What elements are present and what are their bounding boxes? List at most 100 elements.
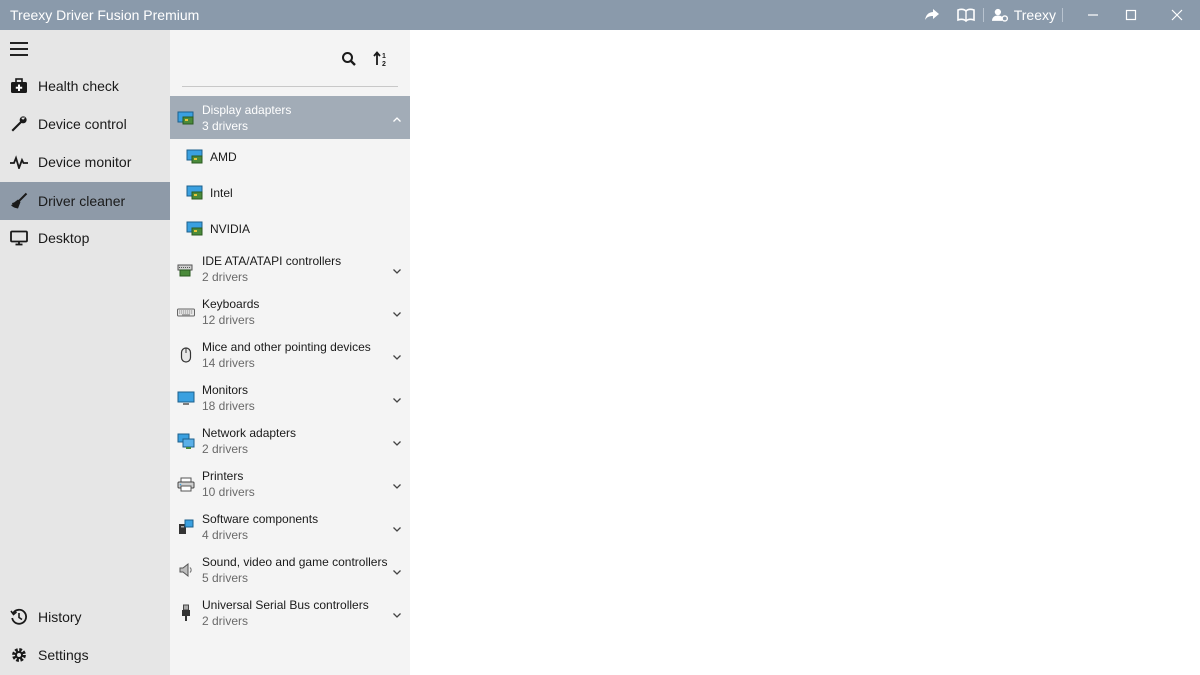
hamburger-menu-icon[interactable] (10, 42, 28, 56)
chevron-up-icon[interactable] (392, 112, 402, 122)
category-count: 2 drivers (202, 270, 248, 284)
category-count: 2 drivers (202, 442, 248, 456)
wrench-icon (0, 105, 38, 143)
nav-label: Health check (38, 78, 119, 94)
category-count: 10 drivers (202, 485, 255, 499)
titlebar-separator (1062, 8, 1063, 22)
broom-icon (0, 182, 38, 220)
category-mice-and-other-pointing-devices[interactable]: Mice and other pointing devices 14 drive… (170, 333, 410, 376)
category-count: 5 drivers (202, 571, 248, 585)
display-adapter-icon (186, 221, 204, 237)
nav-label: History (38, 609, 82, 625)
nav-item-desktop[interactable]: Desktop (0, 219, 170, 257)
category-name: Network adapters (202, 426, 296, 440)
nav-label: Device control (38, 116, 127, 132)
nav-item-health-check[interactable]: Health check (0, 67, 170, 105)
minimize-button[interactable] (1076, 0, 1110, 30)
category-count: 18 drivers (202, 399, 255, 413)
main-content-area (410, 30, 1200, 675)
category-name: Printers (202, 469, 243, 483)
device-name: NVIDIA (210, 222, 250, 236)
toolbar-divider (182, 86, 398, 87)
monitor-icon (0, 219, 38, 257)
display-adapter-icon (186, 149, 204, 165)
chevron-down-icon[interactable] (392, 263, 402, 273)
category-display-adapters[interactable]: Display adapters 3 drivers (170, 96, 410, 139)
category-count: 4 drivers (202, 528, 248, 542)
chevron-down-icon[interactable] (392, 607, 402, 617)
category-name: Display adapters (202, 103, 291, 117)
printer-icon (177, 475, 195, 493)
svg-text:1: 1 (382, 53, 386, 60)
monitor-device-icon (177, 389, 195, 407)
nav-item-settings[interactable]: Settings (0, 636, 170, 674)
category-name: Mice and other pointing devices (202, 340, 371, 354)
category-count: 3 drivers (202, 119, 248, 133)
category-monitors[interactable]: Monitors 18 drivers (170, 376, 410, 419)
titlebar-separator (983, 8, 984, 22)
nav-label: Device monitor (38, 154, 131, 170)
title-bar: Treexy Driver Fusion Premium Treexy (0, 0, 1200, 30)
category-sound-video-and-game-controllers[interactable]: Sound, video and game controllers 5 driv… (170, 548, 410, 591)
history-icon (0, 598, 38, 636)
chevron-down-icon[interactable] (392, 306, 402, 316)
category-name: Monitors (202, 383, 248, 397)
pulse-icon (0, 143, 38, 181)
nav-label: Desktop (38, 230, 89, 246)
usb-icon (177, 604, 195, 622)
chevron-down-icon[interactable] (392, 392, 402, 402)
svg-text:2: 2 (382, 61, 386, 68)
category-count: 14 drivers (202, 356, 255, 370)
chevron-down-icon[interactable] (392, 521, 402, 531)
ide-controller-icon (177, 260, 195, 278)
category-name: Software components (202, 512, 318, 526)
first-aid-kit-icon (0, 67, 38, 105)
category-name: IDE ATA/ATAPI controllers (202, 254, 341, 268)
software-component-icon (177, 518, 195, 536)
minimize-icon (1087, 9, 1099, 21)
category-network-adapters[interactable]: Network adapters 2 drivers (170, 419, 410, 462)
mouse-icon (177, 346, 195, 364)
open-book-icon[interactable] (955, 0, 977, 30)
device-name: AMD (210, 150, 237, 164)
user-account-button[interactable]: Treexy (992, 0, 1056, 30)
close-button[interactable] (1160, 0, 1194, 30)
device-item-intel[interactable]: Intel (170, 175, 410, 211)
device-item-amd[interactable]: AMD (170, 139, 410, 175)
category-universal-serial-bus-controllers[interactable]: Universal Serial Bus controllers 2 drive… (170, 591, 410, 634)
nav-item-driver-cleaner[interactable]: Driver cleaner (0, 182, 170, 220)
speaker-icon (177, 561, 195, 579)
chevron-down-icon[interactable] (392, 478, 402, 488)
sort-icon[interactable]: 12 (372, 50, 390, 68)
category-software-components[interactable]: Software components 4 drivers (170, 505, 410, 548)
chevron-down-icon[interactable] (392, 435, 402, 445)
nav-item-device-control[interactable]: Device control (0, 105, 170, 143)
nav-item-device-monitor[interactable]: Device monitor (0, 143, 170, 181)
category-printers[interactable]: Printers 10 drivers (170, 462, 410, 505)
search-icon[interactable] (340, 50, 358, 68)
maximize-icon (1125, 9, 1137, 21)
chevron-down-icon[interactable] (392, 564, 402, 574)
category-keyboards[interactable]: Keyboards 12 drivers (170, 290, 410, 333)
network-adapter-icon (177, 432, 195, 450)
device-name: Intel (210, 186, 233, 200)
window-title: Treexy Driver Fusion Premium (10, 7, 199, 23)
category-count: 12 drivers (202, 313, 255, 327)
device-item-nvidia[interactable]: NVIDIA (170, 211, 410, 247)
category-ide-ata-atapi-controllers[interactable]: IDE ATA/ATAPI controllers 2 drivers (170, 247, 410, 290)
maximize-button[interactable] (1114, 0, 1148, 30)
category-name: Keyboards (202, 297, 259, 311)
nav-item-history[interactable]: History (0, 598, 170, 636)
display-adapter-icon (177, 109, 195, 127)
user-name: Treexy (1014, 7, 1056, 23)
chevron-down-icon[interactable] (392, 349, 402, 359)
device-list-pane: 12 Display adapters 3 drivers AMD Intel … (170, 30, 410, 675)
user-settings-icon (992, 8, 1008, 22)
nav-label: Driver cleaner (38, 193, 125, 209)
category-count: 2 drivers (202, 614, 248, 628)
nav-label: Settings (38, 647, 89, 663)
display-adapter-icon (186, 185, 204, 201)
share-icon[interactable] (922, 0, 942, 30)
gear-icon (0, 636, 38, 674)
navigation-sidebar: Health check Device control Device monit… (0, 30, 170, 675)
